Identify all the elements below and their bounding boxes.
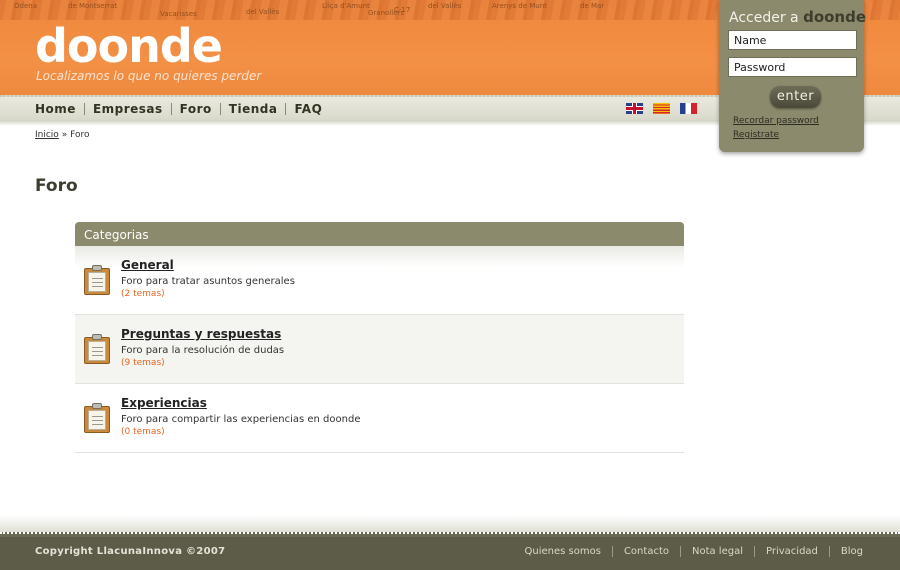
footer-link-contacto[interactable]: Contacto (624, 546, 669, 557)
uk-flag-icon[interactable] (626, 103, 643, 114)
map-label: del Vallès (428, 2, 462, 10)
nav-divider (219, 103, 221, 115)
category-topic-count: (0 temas) (121, 427, 165, 437)
forum-categories: Categorias General Foro para tratar asun… (75, 222, 684, 453)
breadcrumb-current: Foro (70, 130, 90, 140)
map-label: del Vallès (246, 8, 280, 16)
map-label: de Montserrat (68, 2, 118, 10)
categories-header: Categorias (75, 222, 684, 246)
nav-empresas[interactable]: Empresas (93, 102, 163, 116)
main-nav: Home Empresas Foro Tienda FAQ (35, 102, 322, 116)
category-description: Foro para la resolución de dudas (121, 345, 285, 356)
footer-link-privacidad[interactable]: Privacidad (766, 546, 818, 557)
category-title-link[interactable]: Experiencias (121, 396, 207, 410)
footer-links: Quienes somos Contacto Nota legal Privac… (525, 546, 863, 557)
map-label: C-17 (394, 6, 411, 14)
password-input[interactable] (728, 57, 857, 77)
nav-divider (83, 103, 85, 115)
nav-foro[interactable]: Foro (180, 102, 212, 116)
clipboard-icon (84, 403, 110, 433)
login-brand: doonde (803, 8, 867, 26)
france-flag-icon[interactable] (680, 103, 697, 114)
nav-home[interactable]: Home (35, 102, 76, 116)
enter-button[interactable]: enter (770, 86, 821, 108)
map-label: Vacarisses (160, 10, 197, 18)
footer-link-blog[interactable]: Blog (841, 546, 863, 557)
map-label: Odena (14, 2, 37, 10)
copyright: Copyright LlacunaInnova ©2007 (35, 546, 226, 557)
clipboard-icon (84, 265, 110, 295)
site-footer: Copyright LlacunaInnova ©2007 Quienes so… (0, 537, 900, 570)
category-row: Experiencias Foro para compartir las exp… (75, 384, 684, 453)
category-row: Preguntas y respuestas Foro para la reso… (75, 315, 684, 384)
login-title-text: Acceder a (729, 10, 799, 26)
footer-divider-line (679, 546, 681, 557)
name-input[interactable] (728, 30, 857, 50)
site-logo[interactable]: doonde (35, 22, 223, 70)
breadcrumb: Inicio » Foro (35, 130, 89, 140)
footer-divider (0, 515, 900, 537)
login-title: Acceder a doonde (729, 8, 866, 26)
footer-divider-line (611, 546, 613, 557)
map-label: Arenys de Munt (492, 2, 547, 10)
nav-divider (285, 103, 287, 115)
category-description: Foro para compartir las experiencias en … (121, 414, 361, 425)
tagline: Localizamos lo que no quieres perder (36, 69, 262, 83)
footer-divider-line (754, 546, 755, 557)
breadcrumb-separator: » (61, 130, 68, 140)
category-row: General Foro para tratar asuntos general… (75, 246, 684, 315)
login-box: Acceder a doonde enter Recordar password… (719, 0, 866, 152)
footer-link-quienes-somos[interactable]: Quienes somos (525, 546, 601, 557)
nav-divider (170, 103, 172, 115)
clipboard-icon (84, 334, 110, 364)
map-label: Lliça d'Amunt (322, 2, 370, 10)
category-topic-count: (9 temas) (121, 358, 165, 368)
nav-tienda[interactable]: Tienda (229, 102, 278, 116)
register-link[interactable]: Registrate (733, 130, 779, 140)
forgot-password-link[interactable]: Recordar password (733, 116, 819, 126)
footer-link-nota-legal[interactable]: Nota legal (692, 546, 743, 557)
category-description: Foro para tratar asuntos generales (121, 276, 295, 287)
catalan-flag-icon[interactable] (653, 103, 670, 114)
footer-divider-line (828, 546, 830, 557)
map-label: de Mar (580, 2, 605, 10)
category-title-link[interactable]: General (121, 258, 174, 272)
language-selector (626, 103, 697, 114)
breadcrumb-home[interactable]: Inicio (35, 130, 59, 140)
nav-faq[interactable]: FAQ (294, 102, 322, 116)
category-topic-count: (2 temas) (121, 289, 165, 299)
category-title-link[interactable]: Preguntas y respuestas (121, 327, 281, 341)
page-title: Foro (35, 176, 78, 196)
